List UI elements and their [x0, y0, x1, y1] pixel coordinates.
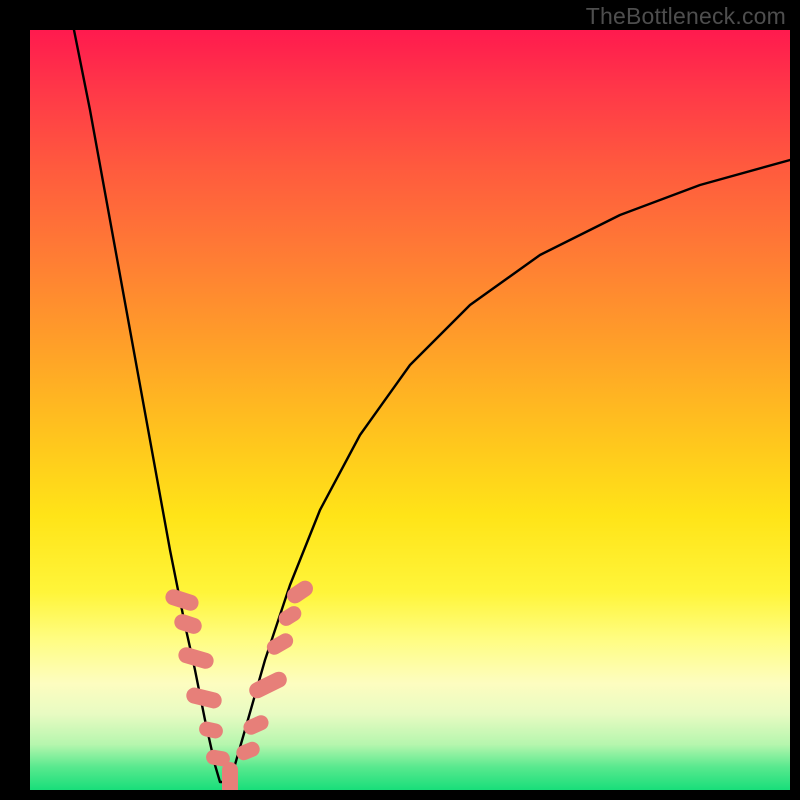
data-marker: [241, 713, 271, 737]
plot-area: [30, 30, 790, 790]
watermark-text: TheBottleneck.com: [586, 3, 786, 30]
bottleneck-curve: [74, 30, 790, 782]
chart-svg: [30, 30, 790, 790]
data-marker: [264, 631, 296, 658]
data-marker: [276, 603, 304, 628]
data-marker: [222, 762, 238, 790]
curve-group: [74, 30, 790, 782]
data-marker: [185, 686, 224, 710]
data-marker: [176, 645, 215, 670]
chart-frame: TheBottleneck.com: [0, 0, 800, 800]
marker-group: [163, 578, 316, 790]
data-marker: [234, 740, 262, 763]
data-marker: [172, 612, 204, 636]
data-marker: [198, 720, 225, 740]
data-marker: [284, 578, 316, 607]
data-marker: [247, 669, 290, 701]
